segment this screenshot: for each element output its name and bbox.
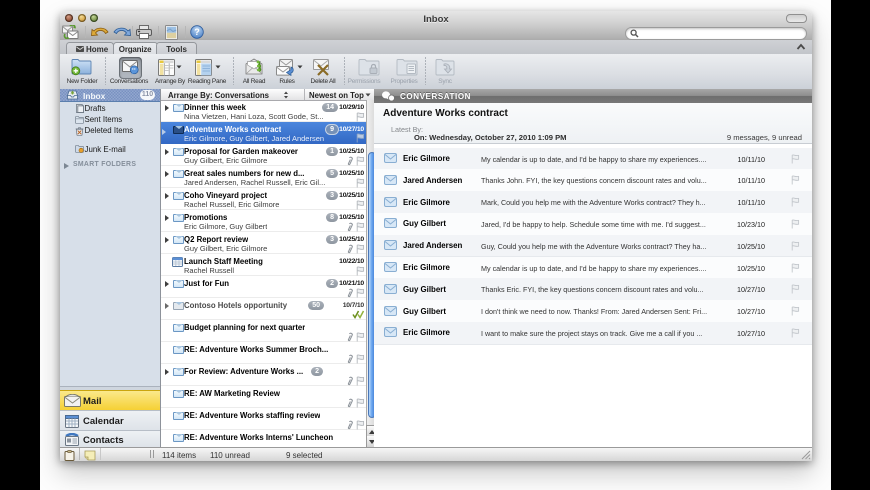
svg-text:?: ? [194, 27, 200, 37]
